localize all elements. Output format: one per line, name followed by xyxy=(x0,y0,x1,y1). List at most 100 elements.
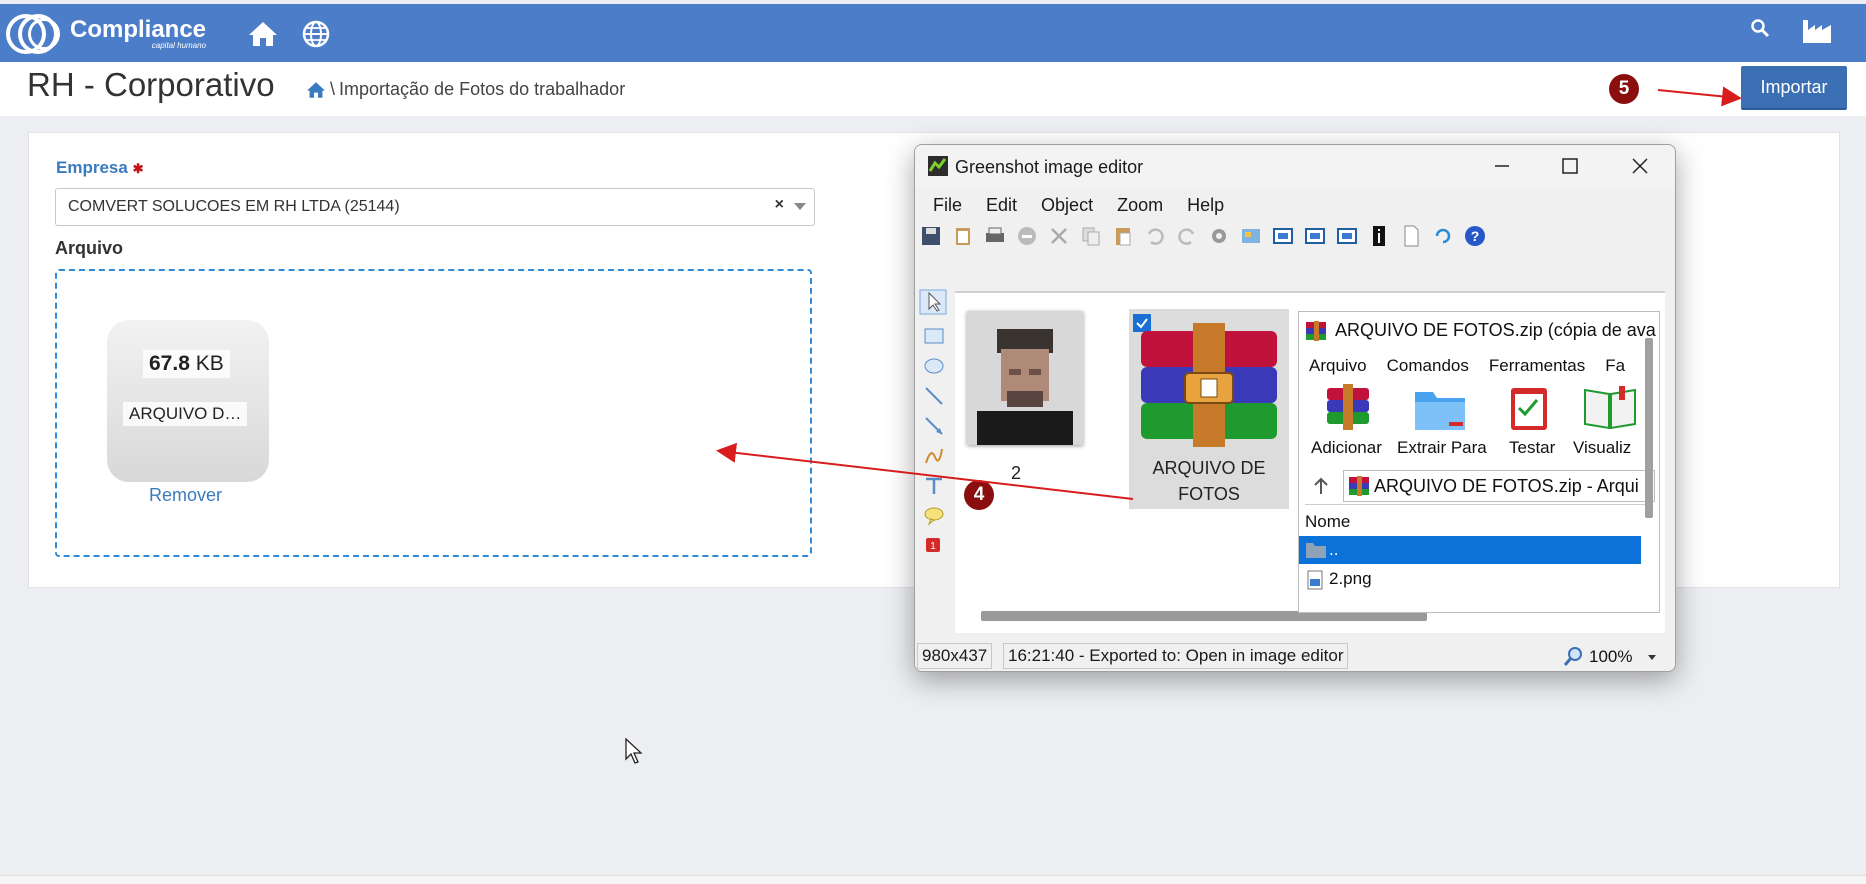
menu-help[interactable]: Help xyxy=(1187,195,1224,216)
copy-icon[interactable] xyxy=(1079,224,1103,248)
counter-tool-icon[interactable]: 1 xyxy=(925,537,941,553)
zoom-level[interactable]: 100% xyxy=(1589,647,1632,667)
file-row-selected[interactable]: .. xyxy=(1299,536,1641,564)
delete-disabled-icon[interactable] xyxy=(1015,224,1039,248)
remove-file-link[interactable]: Remover xyxy=(149,485,222,506)
empresa-label: Empresa ✱ xyxy=(56,158,144,177)
freehand-tool-icon[interactable] xyxy=(923,445,945,467)
add-button-label[interactable]: Adicionar xyxy=(1311,438,1382,458)
import-button[interactable]: Importar xyxy=(1741,66,1847,110)
archive-path-field[interactable]: ARQUIVO DE FOTOS.zip - Arqui xyxy=(1343,470,1655,502)
required-marker: ✱ xyxy=(132,161,144,176)
greenshot-window: Greenshot image editor File Edit Object … xyxy=(914,144,1676,672)
select-arrow-tool-icon[interactable] xyxy=(919,289,947,315)
winrar-window: ARQUIVO DE FOTOS.zip (cópia de ava Arqui… xyxy=(1298,311,1660,613)
file-row[interactable]: 2.png xyxy=(1299,566,1641,592)
rectangle-tool-icon[interactable] xyxy=(923,325,945,347)
breadcrumb-current: Importação de Fotos do trabalhador xyxy=(339,79,626,99)
svg-text:?: ? xyxy=(1471,228,1480,244)
print-icon[interactable] xyxy=(983,224,1007,248)
search-icon[interactable] xyxy=(1750,18,1770,38)
winrar-archive-icon xyxy=(1141,323,1277,447)
file-name: ARQUIVO D… xyxy=(123,402,248,426)
winrar-menu-arquivo[interactable]: Arquivo xyxy=(1309,356,1367,376)
parent-folder-label: .. xyxy=(1329,540,1339,559)
winrar-menubar: Arquivo Comandos Ferramentas Fa xyxy=(1309,356,1625,376)
breadcrumb-home-icon[interactable] xyxy=(306,81,326,99)
greenshot-drawing-tools: 1 xyxy=(915,289,951,629)
step-4-badge: 4 xyxy=(964,480,994,510)
compliance-logo[interactable]: Compliance capital humano xyxy=(6,12,206,56)
menu-edit[interactable]: Edit xyxy=(986,195,1017,216)
minimize-icon[interactable] xyxy=(1493,157,1511,175)
close-icon[interactable] xyxy=(1631,157,1649,175)
test-clipboard-icon[interactable] xyxy=(1507,382,1551,432)
greenshot-toolbar: ? xyxy=(919,221,1487,251)
ellipse-tool-icon[interactable] xyxy=(923,355,945,377)
view-book-icon[interactable] xyxy=(1583,384,1637,430)
redo-icon[interactable] xyxy=(1175,224,1199,248)
globe-icon[interactable] xyxy=(302,20,330,48)
image-icon[interactable] xyxy=(1239,224,1263,248)
menu-zoom[interactable]: Zoom xyxy=(1117,195,1163,216)
export-status: 16:21:40 - Exported to: Open in image ed… xyxy=(1003,643,1349,669)
factory-icon[interactable] xyxy=(1802,18,1832,44)
breadcrumb: \ Importação de Fotos do trabalhador xyxy=(306,79,625,100)
mouse-cursor-icon xyxy=(625,738,643,764)
paste-icon[interactable] xyxy=(1111,224,1135,248)
empresa-select-value: COMVERT SOLUCOES EM RH LTDA (25144) xyxy=(68,198,400,215)
winrar-menu-ferramentas[interactable]: Ferramentas xyxy=(1489,356,1585,376)
file-row-name: 2.png xyxy=(1329,569,1372,588)
extract-folder-icon[interactable] xyxy=(1413,384,1467,432)
settings-icon[interactable] xyxy=(1207,224,1231,248)
undo-icon[interactable] xyxy=(1143,224,1167,248)
shadow-effect-icon[interactable] xyxy=(1303,224,1327,248)
winrar-file-item[interactable]: ARQUIVO DE FOTOS xyxy=(1129,309,1289,509)
maximize-icon[interactable] xyxy=(1561,157,1579,175)
image-size-status: 980x437 xyxy=(917,643,993,669)
line-tool-icon[interactable] xyxy=(923,385,945,407)
winrar-menu-favoritos[interactable]: Fa xyxy=(1605,356,1625,376)
save-icon[interactable] xyxy=(919,224,943,248)
empresa-select[interactable]: COMVERT SOLUCOES EM RH LTDA (25144) × xyxy=(55,188,815,226)
svg-text:1: 1 xyxy=(930,541,936,552)
file-preview-card: 67.8 KB ARQUIVO D… xyxy=(107,320,269,482)
zoom-dropdown-icon[interactable] xyxy=(1647,654,1657,662)
document-icon[interactable] xyxy=(1399,224,1423,248)
logo-rings-icon xyxy=(6,12,68,56)
test-button-label[interactable]: Testar xyxy=(1509,438,1555,458)
border-effect-icon[interactable] xyxy=(1271,224,1295,248)
photo-thumbnail[interactable] xyxy=(967,311,1083,445)
extract-button-label[interactable]: Extrair Para xyxy=(1397,438,1487,458)
archive-path-icon xyxy=(1349,476,1369,496)
info-icon[interactable] xyxy=(1367,224,1391,248)
png-file-icon xyxy=(1307,570,1323,590)
torn-edge-icon[interactable] xyxy=(1335,224,1359,248)
text-tool-icon[interactable] xyxy=(923,475,945,497)
view-button-label[interactable]: Visualiz xyxy=(1573,438,1631,458)
refresh-icon[interactable] xyxy=(1431,224,1455,248)
page-title: RH - Corporativo xyxy=(27,66,275,103)
chevron-down-icon[interactable] xyxy=(794,203,806,210)
clipboard-icon[interactable] xyxy=(951,224,975,248)
column-header-nome[interactable]: Nome xyxy=(1305,512,1350,532)
menu-file[interactable]: File xyxy=(933,195,962,216)
cut-icon[interactable] xyxy=(1047,224,1071,248)
home-icon[interactable] xyxy=(248,20,278,48)
greenshot-titlebar[interactable]: Greenshot image editor xyxy=(915,145,1675,189)
add-archive-icon[interactable] xyxy=(1325,382,1371,432)
menu-object[interactable]: Object xyxy=(1041,195,1093,216)
speechbubble-tool-icon[interactable] xyxy=(923,505,945,527)
winrar-file-label: ARQUIVO DE FOTOS xyxy=(1152,458,1266,504)
zoom-magnifier-icon[interactable] xyxy=(1563,645,1585,667)
help-icon[interactable]: ? xyxy=(1463,224,1487,248)
arrow-tool-icon[interactable] xyxy=(923,415,945,437)
top-navbar: Compliance capital humano xyxy=(0,4,1866,62)
winrar-menu-comandos[interactable]: Comandos xyxy=(1387,356,1469,376)
winrar-vertical-scrollbar[interactable] xyxy=(1645,338,1653,518)
up-arrow-icon[interactable] xyxy=(1311,476,1331,496)
parent-folder-icon xyxy=(1306,543,1326,558)
winrar-title: ARQUIVO DE FOTOS.zip (cópia de ava xyxy=(1335,320,1656,340)
greenshot-title: Greenshot image editor xyxy=(955,157,1144,177)
clear-select-icon[interactable]: × xyxy=(775,196,784,214)
